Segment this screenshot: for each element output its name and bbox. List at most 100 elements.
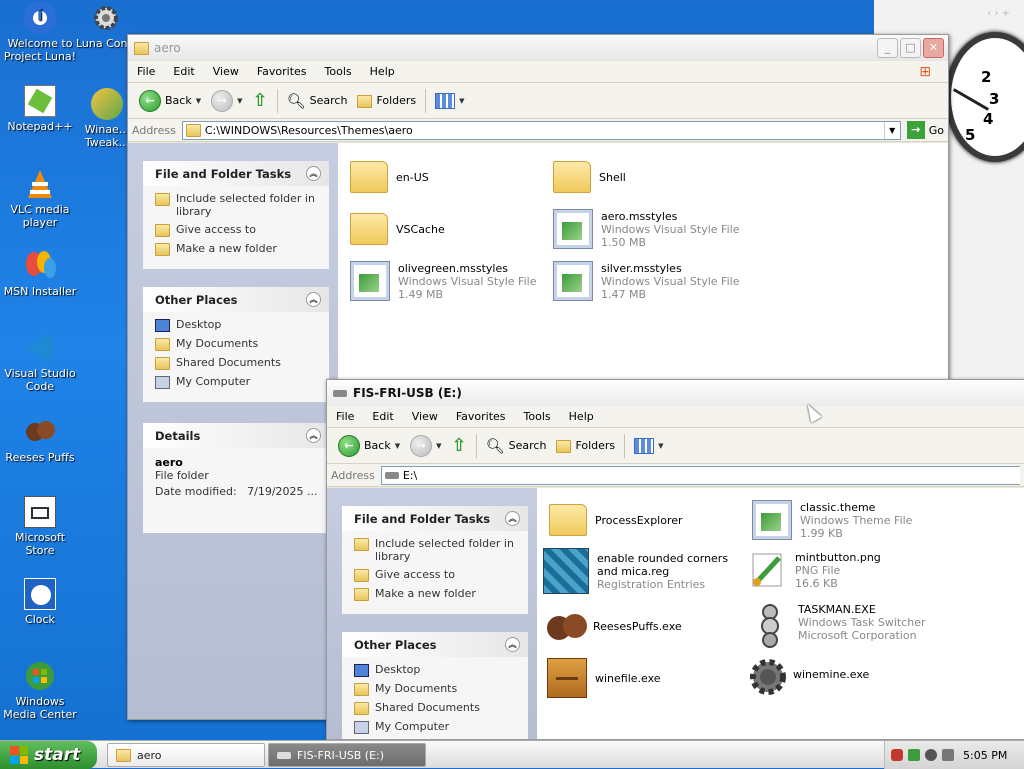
info-icon: i: [24, 2, 56, 34]
address-input[interactable]: C:\WINDOWS\Resources\Themes\aero ▼: [181, 120, 901, 140]
place-desktop[interactable]: Desktop: [354, 663, 520, 677]
file-item[interactable]: Shell: [553, 161, 753, 193]
panel-header[interactable]: Details ︽: [143, 423, 329, 448]
place-my-documents[interactable]: My Documents: [155, 337, 321, 351]
notepad-icon: [24, 85, 56, 117]
back-button[interactable]: ← Back ▼: [134, 87, 206, 115]
menu-help[interactable]: Help: [361, 65, 404, 78]
panel-header[interactable]: Other Places ︽: [342, 632, 528, 657]
place-shared-documents[interactable]: Shared Documents: [354, 701, 520, 715]
menu-favorites[interactable]: Favorites: [447, 410, 515, 423]
title-bar[interactable]: FIS-FRI-USB (E:): [327, 380, 1024, 406]
file-item[interactable]: ProcessExplorer: [549, 504, 749, 536]
up-button[interactable]: ⇧: [248, 87, 273, 115]
title-bar[interactable]: aero _ □ ✕: [128, 35, 948, 61]
desktop-icon-winaero[interactable]: Winae... Tweak...: [82, 88, 132, 149]
views-button[interactable]: ▼: [430, 87, 469, 115]
back-button[interactable]: ← Back ▼: [333, 432, 405, 460]
menu-favorites[interactable]: Favorites: [248, 65, 316, 78]
close-button[interactable]: ✕: [923, 38, 944, 58]
desktop-icon-vlc[interactable]: VLC media player: [0, 168, 80, 229]
task-include-in-library[interactable]: Include selected folder in library: [354, 537, 520, 563]
collapse-icon[interactable]: ︽: [505, 511, 520, 526]
address-input[interactable]: E:\: [380, 465, 1020, 485]
collapse-icon[interactable]: ︽: [306, 428, 321, 443]
network-icon[interactable]: [908, 749, 920, 761]
menu-view[interactable]: View: [403, 410, 447, 423]
explorer-window-usb[interactable]: FIS-FRI-USB (E:) File Edit View Favorite…: [326, 379, 1024, 740]
clock-time[interactable]: 5:05 PM: [963, 749, 1007, 762]
go-button[interactable]: → Go: [906, 121, 944, 139]
menu-view[interactable]: View: [204, 65, 248, 78]
desktop-icon-store[interactable]: Microsoft Store: [0, 496, 80, 557]
file-item[interactable]: VSCache: [350, 213, 550, 245]
desktop-icon-clock[interactable]: Clock: [0, 578, 80, 626]
menu-file[interactable]: File: [327, 410, 363, 423]
security-icon[interactable]: [925, 749, 937, 761]
back-arrow-icon: ←: [139, 89, 161, 112]
msstyles-icon: [350, 261, 390, 301]
collapse-icon[interactable]: ︽: [306, 292, 321, 307]
file-item[interactable]: classic.theme Windows Theme File 1.99 KB: [752, 500, 952, 540]
maximize-button[interactable]: □: [900, 38, 921, 58]
forward-button[interactable]: → ▼: [405, 432, 446, 460]
folders-button[interactable]: Folders: [551, 432, 620, 460]
place-my-documents[interactable]: My Documents: [354, 682, 520, 696]
panel-header[interactable]: File and Folder Tasks ︽: [143, 161, 329, 186]
desktop-icon-media-center[interactable]: Windows Media Center: [0, 660, 80, 721]
place-my-computer[interactable]: My Computer: [354, 720, 520, 734]
panel-header[interactable]: Other Places ︽: [143, 287, 329, 312]
shared-folder-icon: [354, 702, 369, 715]
taskbar-button-usb[interactable]: FIS-FRI-USB (E:): [268, 743, 426, 767]
place-my-computer[interactable]: My Computer: [155, 375, 321, 389]
menu-edit[interactable]: Edit: [363, 410, 402, 423]
desktop-icon-welcome[interactable]: i Welcome to Project Luna!: [0, 2, 80, 63]
collapse-icon[interactable]: ︽: [306, 166, 321, 181]
desktop-icon-notepadpp[interactable]: Notepad++: [0, 85, 80, 133]
menu-help[interactable]: Help: [560, 410, 603, 423]
file-item[interactable]: mintbutton.png PNG File 16.6 KB: [747, 550, 947, 590]
up-button[interactable]: ⇧: [447, 432, 472, 460]
desktop-icon-msn[interactable]: MSN Installer: [0, 250, 80, 298]
minimize-button[interactable]: _: [877, 38, 898, 58]
forward-button[interactable]: → ▼: [206, 87, 247, 115]
start-button[interactable]: start: [0, 741, 97, 769]
file-item[interactable]: olivegreen.msstyles Windows Visual Style …: [350, 261, 550, 301]
search-button[interactable]: 🔍︎ Search: [481, 432, 552, 460]
file-item[interactable]: enable rounded corners and mica.reg Regis…: [543, 548, 748, 594]
task-include-in-library[interactable]: Include selected folder in library: [155, 192, 321, 218]
search-button[interactable]: 🔍︎ Search: [282, 87, 353, 115]
file-item[interactable]: winemine.exe: [745, 654, 945, 695]
task-new-folder[interactable]: Make a new folder: [354, 587, 520, 601]
desktop-icon-reeses[interactable]: Reeses Puffs: [0, 416, 80, 464]
file-item[interactable]: winefile.exe: [547, 658, 747, 698]
file-item[interactable]: aero.msstyles Windows Visual Style File 1.…: [553, 209, 753, 249]
folder-icon: [116, 749, 131, 762]
volume-icon[interactable]: [942, 749, 954, 761]
window-body: File and Folder Tasks ︽ Include selected …: [327, 488, 1024, 739]
sidebar-controls[interactable]: ‹ › +: [987, 8, 1010, 19]
file-item[interactable]: en-US: [350, 161, 550, 193]
taskbar-button-aero[interactable]: aero: [107, 743, 265, 767]
file-item[interactable]: silver.msstyles Windows Visual Style File…: [553, 261, 753, 301]
vscode-icon: [24, 332, 56, 364]
menu-file[interactable]: File: [128, 65, 164, 78]
search-icon: 🔍︎: [286, 91, 306, 110]
menu-tools[interactable]: Tools: [316, 65, 361, 78]
panel-header[interactable]: File and Folder Tasks ︽: [342, 506, 528, 531]
folders-button[interactable]: Folders: [352, 87, 421, 115]
place-shared-documents[interactable]: Shared Documents: [155, 356, 321, 370]
shield-icon[interactable]: [891, 749, 903, 761]
address-dropdown-icon[interactable]: ▼: [883, 121, 900, 139]
views-button[interactable]: ▼: [629, 432, 668, 460]
task-new-folder[interactable]: Make a new folder: [155, 242, 321, 256]
file-item[interactable]: ReesesPuffs.exe: [545, 606, 745, 646]
task-give-access[interactable]: Give access to: [155, 223, 321, 237]
file-item[interactable]: TASKMAN.EXE Windows Task Switcher Microsof…: [750, 602, 950, 648]
collapse-icon[interactable]: ︽: [505, 637, 520, 652]
place-desktop[interactable]: Desktop: [155, 318, 321, 332]
task-give-access[interactable]: Give access to: [354, 568, 520, 582]
desktop-icon-vscode[interactable]: Visual Studio Code: [0, 332, 80, 393]
menu-tools[interactable]: Tools: [515, 410, 560, 423]
menu-edit[interactable]: Edit: [164, 65, 203, 78]
